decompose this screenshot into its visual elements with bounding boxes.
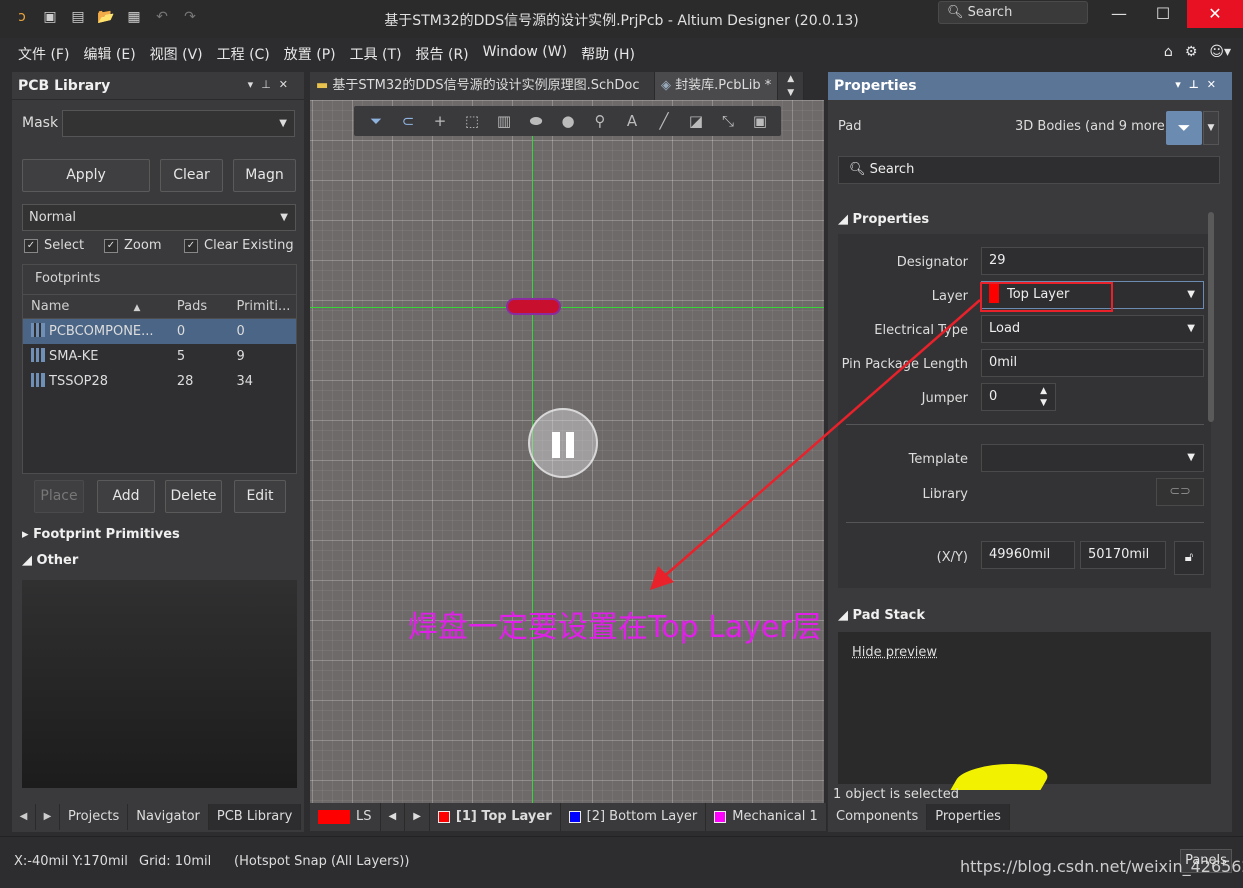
annotation-arrow [650,299,981,590]
annotation-text: 焊盘一定要设置在Top Layer层 [408,610,822,645]
watermark-text: https://blog.csdn.net/weixin_42656213 [960,857,1243,876]
